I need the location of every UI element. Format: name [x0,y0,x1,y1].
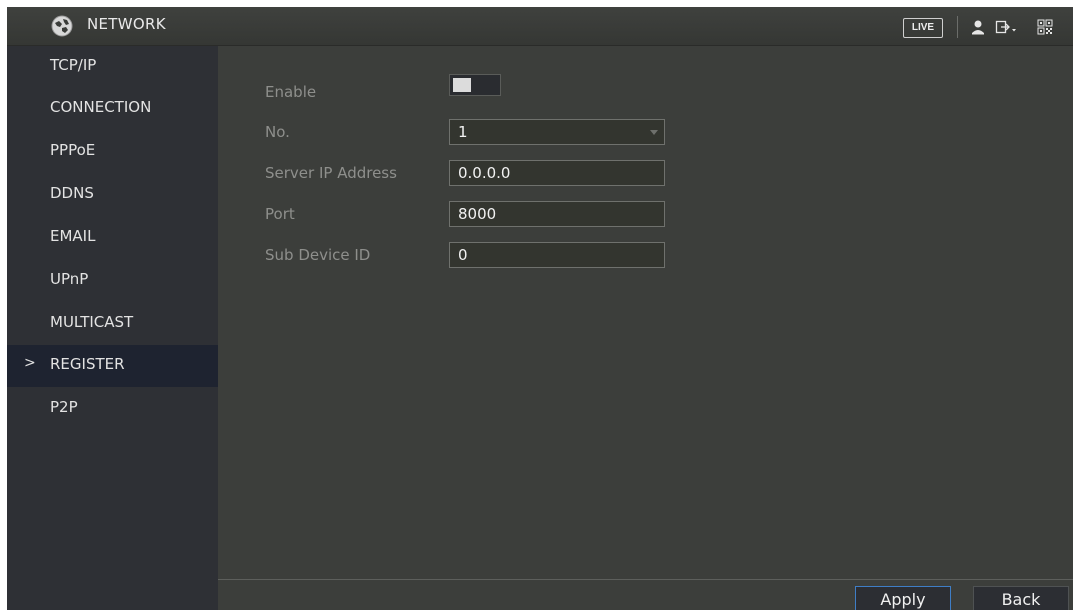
chevron-right-icon: > [24,355,36,371]
sidebar-item-email[interactable]: EMAIL [7,217,218,259]
sidebar-item-label: TCP/IP [50,56,97,74]
no-label: No. [265,123,290,141]
network-globe-icon [51,15,73,37]
sidebar-item-register[interactable]: > REGISTER [7,345,218,387]
back-button[interactable]: Back [973,586,1069,610]
sidebar-item-label: REGISTER [50,355,125,373]
sidebar-item-label: CONNECTION [50,98,152,116]
no-select-value: 1 [458,123,468,141]
sidebar-item-tcpip[interactable]: TCP/IP [7,46,218,88]
app-window: NETWORK LIVE TCP/IP CONNECTION PPPoE DDN… [7,7,1073,610]
port-value: 8000 [458,205,497,223]
port-input[interactable]: 8000 [449,201,665,227]
sidebar-item-label: EMAIL [50,227,96,245]
apply-button[interactable]: Apply [855,586,951,610]
sub-device-id-label: Sub Device ID [265,246,371,264]
sub-device-id-input[interactable]: 0 [449,242,665,268]
sub-device-id-value: 0 [458,246,468,264]
logout-icon[interactable] [995,18,1017,36]
server-ip-label: Server IP Address [265,164,397,182]
sidebar-item-label: MULTICAST [50,313,134,331]
server-ip-input[interactable]: 0.0.0.0 [449,160,665,186]
title-bar: NETWORK LIVE [7,7,1073,46]
dropdown-arrow-icon [650,130,658,135]
port-label: Port [265,205,295,223]
page-title: NETWORK [87,15,166,33]
sidebar-item-p2p[interactable]: P2P [7,388,218,430]
qrcode-icon[interactable] [1037,18,1053,36]
sidebar-item-label: UPnP [50,270,89,288]
sidebar-item-ddns[interactable]: DDNS [7,174,218,216]
live-button[interactable]: LIVE [903,18,943,38]
enable-toggle[interactable] [449,74,501,96]
sidebar-item-connection[interactable]: CONNECTION [7,88,218,130]
server-ip-value: 0.0.0.0 [458,164,511,182]
sidebar-item-label: P2P [50,398,78,416]
sidebar-item-upnp[interactable]: UPnP [7,260,218,302]
footer-divider [218,579,1073,580]
sidebar-item-pppoe[interactable]: PPPoE [7,131,218,173]
sidebar-item-label: PPPoE [50,141,96,159]
user-icon[interactable] [971,18,985,36]
no-select[interactable]: 1 [449,119,665,145]
sidebar-item-multicast[interactable]: MULTICAST [7,303,218,345]
enable-label: Enable [265,83,317,101]
toggle-knob [453,78,471,92]
sidebar-item-label: DDNS [50,184,94,202]
register-settings-panel: Enable No. 1 Server IP Address 0.0.0.0 P… [218,46,1073,610]
title-bar-divider [957,16,958,38]
sidebar: TCP/IP CONNECTION PPPoE DDNS EMAIL UPnP … [7,46,218,610]
